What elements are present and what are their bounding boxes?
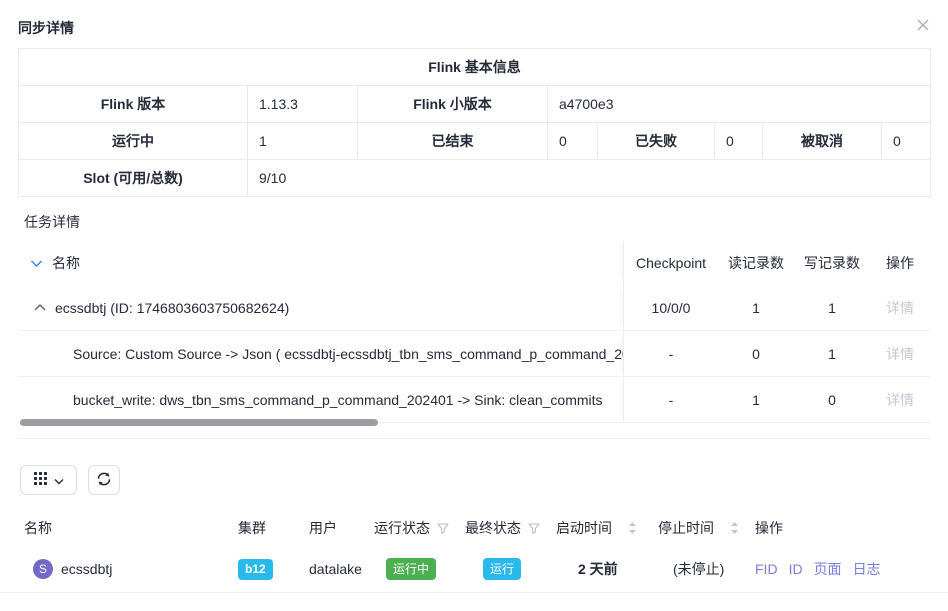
task-checkpoint: - <box>624 331 718 376</box>
finished-value: 0 <box>548 123 598 160</box>
grid-icon <box>34 472 47 488</box>
cluster-badge: b12 <box>238 559 273 580</box>
task-table: 名称 Checkpoint 读记录数 写记录数 操作 ecssdbtj (ID:… <box>18 241 930 423</box>
slot-label: Slot (可用/总数) <box>19 160 248 197</box>
task-read-count: 0 <box>718 331 794 376</box>
task-read-count: 1 <box>718 377 794 422</box>
flink-info-table: Flink 基本信息 Flink 版本 1.13.3 Flink 小版本 a47… <box>18 48 931 197</box>
jobs-col-run-status: 运行状态 <box>374 518 430 538</box>
task-col-write: 写记录数 <box>794 241 870 285</box>
job-start-time: 2 天前 <box>556 559 658 579</box>
jobs-table: 名称 集群 用户 运行状态 最终状态 启动时间 停止时间 操作 <box>0 510 948 593</box>
flink-version-value: 1.13.3 <box>248 86 358 123</box>
task-details-label: 任务详情 <box>24 212 948 232</box>
sorter-icon[interactable] <box>628 521 637 535</box>
run-status-badge: 运行中 <box>386 558 436 580</box>
avatar: S <box>33 559 53 579</box>
refresh-icon <box>96 471 112 490</box>
page-link[interactable]: 页面 <box>814 559 842 579</box>
flink-version-label: Flink 版本 <box>19 86 248 123</box>
failed-label: 已失败 <box>598 123 715 160</box>
jobs-col-start-time: 启动时间 <box>556 518 612 538</box>
jobs-col-stop-time: 停止时间 <box>658 518 714 538</box>
task-col-name: 名称 <box>52 253 80 273</box>
modal-header: 同步详情 <box>0 0 948 34</box>
job-user: datalake <box>309 561 374 577</box>
refresh-button[interactable] <box>88 465 120 495</box>
task-table-header: 名称 Checkpoint 读记录数 写记录数 操作 <box>18 241 930 285</box>
jobs-col-user: 用户 <box>309 518 374 538</box>
toolbar <box>20 465 948 495</box>
task-write-count: 1 <box>794 331 870 376</box>
filter-icon[interactable] <box>528 523 540 534</box>
task-row-sink: bucket_write: dws_tbn_sms_command_p_comm… <box>18 377 930 423</box>
filter-icon[interactable] <box>437 523 449 534</box>
collapse-row-icon[interactable] <box>34 303 46 312</box>
task-name: ecssdbtj (ID: 1746803603750682624) <box>55 300 289 316</box>
task-checkpoint: 10/0/0 <box>624 285 718 330</box>
chevron-down-icon <box>54 473 64 488</box>
running-value: 1 <box>248 123 358 160</box>
jobs-col-cluster: 集群 <box>238 518 309 538</box>
final-status-badge: 运行 <box>483 558 521 580</box>
task-name: Source: Custom Source -> Json ( ecssdbtj… <box>73 346 623 362</box>
jobs-col-final-status: 最终状态 <box>465 518 521 538</box>
horizontal-scrollbar-thumb[interactable] <box>20 419 378 426</box>
slot-value: 9/10 <box>248 160 931 197</box>
column-settings-button[interactable] <box>20 465 77 495</box>
flink-minor-version-value: a4700e3 <box>548 86 931 123</box>
job-row: S ecssdbtj b12 datalake 运行中 运行 2 天前 (未停止… <box>0 546 948 593</box>
failed-value: 0 <box>715 123 763 160</box>
modal-title: 同步详情 <box>18 20 74 36</box>
task-checkpoint: - <box>624 377 718 422</box>
task-name: bucket_write: dws_tbn_sms_command_p_comm… <box>73 392 603 408</box>
task-detail-link[interactable]: 详情 <box>886 390 914 410</box>
fid-link[interactable]: FID <box>755 561 778 577</box>
finished-label: 已结束 <box>358 123 548 160</box>
job-stop-time: (未停止) <box>658 559 755 579</box>
job-name: ecssdbtj <box>61 561 112 577</box>
task-detail-link[interactable]: 详情 <box>886 298 914 318</box>
task-col-read: 读记录数 <box>718 241 794 285</box>
jobs-table-header: 名称 集群 用户 运行状态 最终状态 启动时间 停止时间 操作 <box>0 510 948 546</box>
jobs-col-name: 名称 <box>0 518 238 538</box>
log-link[interactable]: 日志 <box>853 559 881 579</box>
task-write-count: 1 <box>794 285 870 330</box>
task-col-actions: 操作 <box>870 241 930 285</box>
sorter-icon[interactable] <box>730 521 739 535</box>
task-write-count: 0 <box>794 377 870 422</box>
task-read-count: 1 <box>718 285 794 330</box>
task-col-checkpoint: Checkpoint <box>624 241 718 285</box>
jobs-col-actions: 操作 <box>755 518 924 538</box>
close-icon[interactable] <box>915 17 931 33</box>
canceled-value: 0 <box>882 123 931 160</box>
task-detail-link[interactable]: 详情 <box>886 344 914 364</box>
task-row-parent: ecssdbtj (ID: 1746803603750682624) 10/0/… <box>18 285 930 331</box>
running-label: 运行中 <box>19 123 248 160</box>
section-divider <box>18 438 930 439</box>
flink-info-title: Flink 基本信息 <box>19 49 931 86</box>
task-row-source: Source: Custom Source -> Json ( ecssdbtj… <box>18 331 930 377</box>
flink-minor-version-label: Flink 小版本 <box>358 86 548 123</box>
canceled-label: 被取消 <box>763 123 882 160</box>
expand-all-icon[interactable] <box>30 259 43 268</box>
id-link[interactable]: ID <box>789 561 803 577</box>
